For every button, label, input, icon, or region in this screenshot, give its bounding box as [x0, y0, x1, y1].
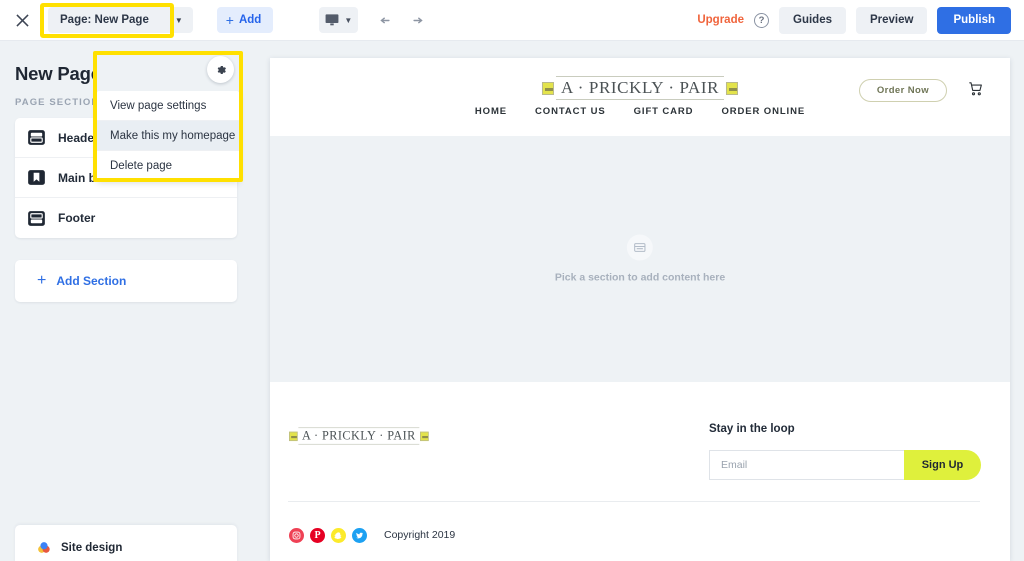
menu-item-view-page-settings[interactable]: View page settings: [97, 91, 239, 121]
twitter-icon[interactable]: [352, 528, 367, 543]
page-selector-dropdown[interactable]: Page: New Page ▼: [48, 7, 193, 33]
banner-section-icon: [27, 168, 46, 187]
instagram-icon[interactable]: [289, 528, 304, 543]
empty-state-text: Pick a section to add content here: [554, 271, 726, 284]
site-design-button[interactable]: Site design: [15, 525, 237, 561]
footer-brand-name: A · PRICKLY · PAIR: [298, 427, 420, 445]
menu-item-delete-page[interactable]: Delete page: [97, 151, 239, 181]
preview-button[interactable]: Preview: [855, 6, 928, 34]
site-preview-canvas: A · PRICKLY · PAIR HOME CONTACT US GIFT …: [270, 58, 1010, 561]
sidebar-item-footer[interactable]: Footer: [15, 198, 237, 238]
site-nav: HOME CONTACT US GIFT CARD ORDER ONLINE: [475, 106, 805, 117]
plus-icon: +: [37, 272, 47, 289]
undo-button[interactable]: [374, 7, 400, 33]
close-icon: [15, 13, 29, 27]
nav-link-gift-card[interactable]: GIFT CARD: [634, 106, 694, 117]
social-links: P: [289, 528, 367, 543]
sidebar-item-label: Header: [58, 130, 99, 145]
page-settings-gear-bar: [97, 55, 239, 91]
chevron-down-icon: ▼: [344, 15, 353, 25]
chevron-down-icon: ▼: [174, 15, 183, 25]
page-settings-menu: View page settings Make this my homepage…: [97, 55, 239, 181]
device-preview-selector[interactable]: ▼: [319, 7, 359, 33]
nav-link-home[interactable]: HOME: [475, 106, 507, 117]
add-button-label: Add: [238, 14, 262, 26]
footer-section-icon: [27, 209, 46, 228]
site-header: A · PRICKLY · PAIR HOME CONTACT US GIFT …: [270, 58, 1010, 136]
copyright-text: Copyright 2019: [384, 529, 456, 541]
page-sections-label: PAGE SECTIONS: [15, 97, 107, 108]
app-root: Page: New Page ▼ + Add ▼ Upgrade ? Guide…: [0, 0, 1024, 561]
nav-link-order-online[interactable]: ORDER ONLINE: [721, 106, 805, 117]
logo-left-ornament: [289, 431, 298, 441]
empty-state-placeholder: Pick a section to add content here: [554, 234, 726, 284]
snapchat-icon[interactable]: [331, 528, 346, 543]
toolbar-right-group: Upgrade ? Guides Preview Publish: [697, 6, 1024, 34]
header-section-icon: [27, 128, 46, 147]
newsletter-signup-form: Sign Up: [709, 450, 981, 480]
redo-button[interactable]: [402, 7, 428, 33]
top-toolbar: Page: New Page ▼ + Add ▼ Upgrade ? Guide…: [0, 0, 1024, 41]
footer-divider: [288, 501, 980, 502]
add-section-label: Add Section: [56, 274, 127, 288]
plus-icon: +: [225, 12, 234, 28]
desktop-icon: [325, 14, 339, 26]
page-selector-label: Page: New Page: [60, 14, 149, 26]
logo-right-ornament: [420, 431, 429, 441]
pinterest-icon[interactable]: P: [310, 528, 325, 543]
logo-right-ornament: [726, 81, 739, 95]
undo-icon: [380, 16, 390, 23]
help-icon[interactable]: ?: [754, 12, 769, 28]
footer-site-logo: A · PRICKLY · PAIR: [289, 427, 429, 445]
toolbar-tools-group: ▼: [319, 7, 428, 33]
menu-item-make-homepage[interactable]: Make this my homepage: [97, 121, 239, 151]
page-settings-gear-button[interactable]: [207, 56, 234, 83]
nav-link-contact-us[interactable]: CONTACT US: [535, 106, 606, 117]
signup-button[interactable]: Sign Up: [904, 450, 981, 480]
page-title: New Page: [15, 63, 101, 84]
palette-icon: [38, 542, 50, 553]
section-placeholder-icon: [627, 234, 653, 261]
shopping-cart-icon[interactable]: [968, 81, 984, 102]
site-logo: A · PRICKLY · PAIR: [541, 76, 739, 100]
guides-button[interactable]: Guides: [779, 6, 846, 34]
add-button[interactable]: + Add: [216, 7, 274, 33]
site-body-empty-state: Pick a section to add content here: [270, 136, 1010, 382]
redo-icon: [413, 16, 423, 23]
close-editor-button[interactable]: [0, 0, 44, 41]
sidebar-item-label: Footer: [58, 211, 96, 225]
logo-left-ornament: [541, 81, 554, 95]
newsletter-title: Stay in the loop: [709, 423, 795, 435]
gear-icon: [217, 65, 226, 74]
site-design-label: Site design: [61, 542, 123, 554]
publish-button[interactable]: Publish: [937, 6, 1011, 34]
order-now-button[interactable]: Order Now: [858, 79, 947, 102]
add-section-button[interactable]: + Add Section: [15, 260, 237, 302]
upgrade-link[interactable]: Upgrade: [697, 14, 744, 26]
email-field[interactable]: [709, 450, 904, 480]
page-settings-menu-list: View page settings Make this my homepage…: [97, 91, 239, 181]
site-brand-name: A · PRICKLY · PAIR: [555, 76, 725, 100]
